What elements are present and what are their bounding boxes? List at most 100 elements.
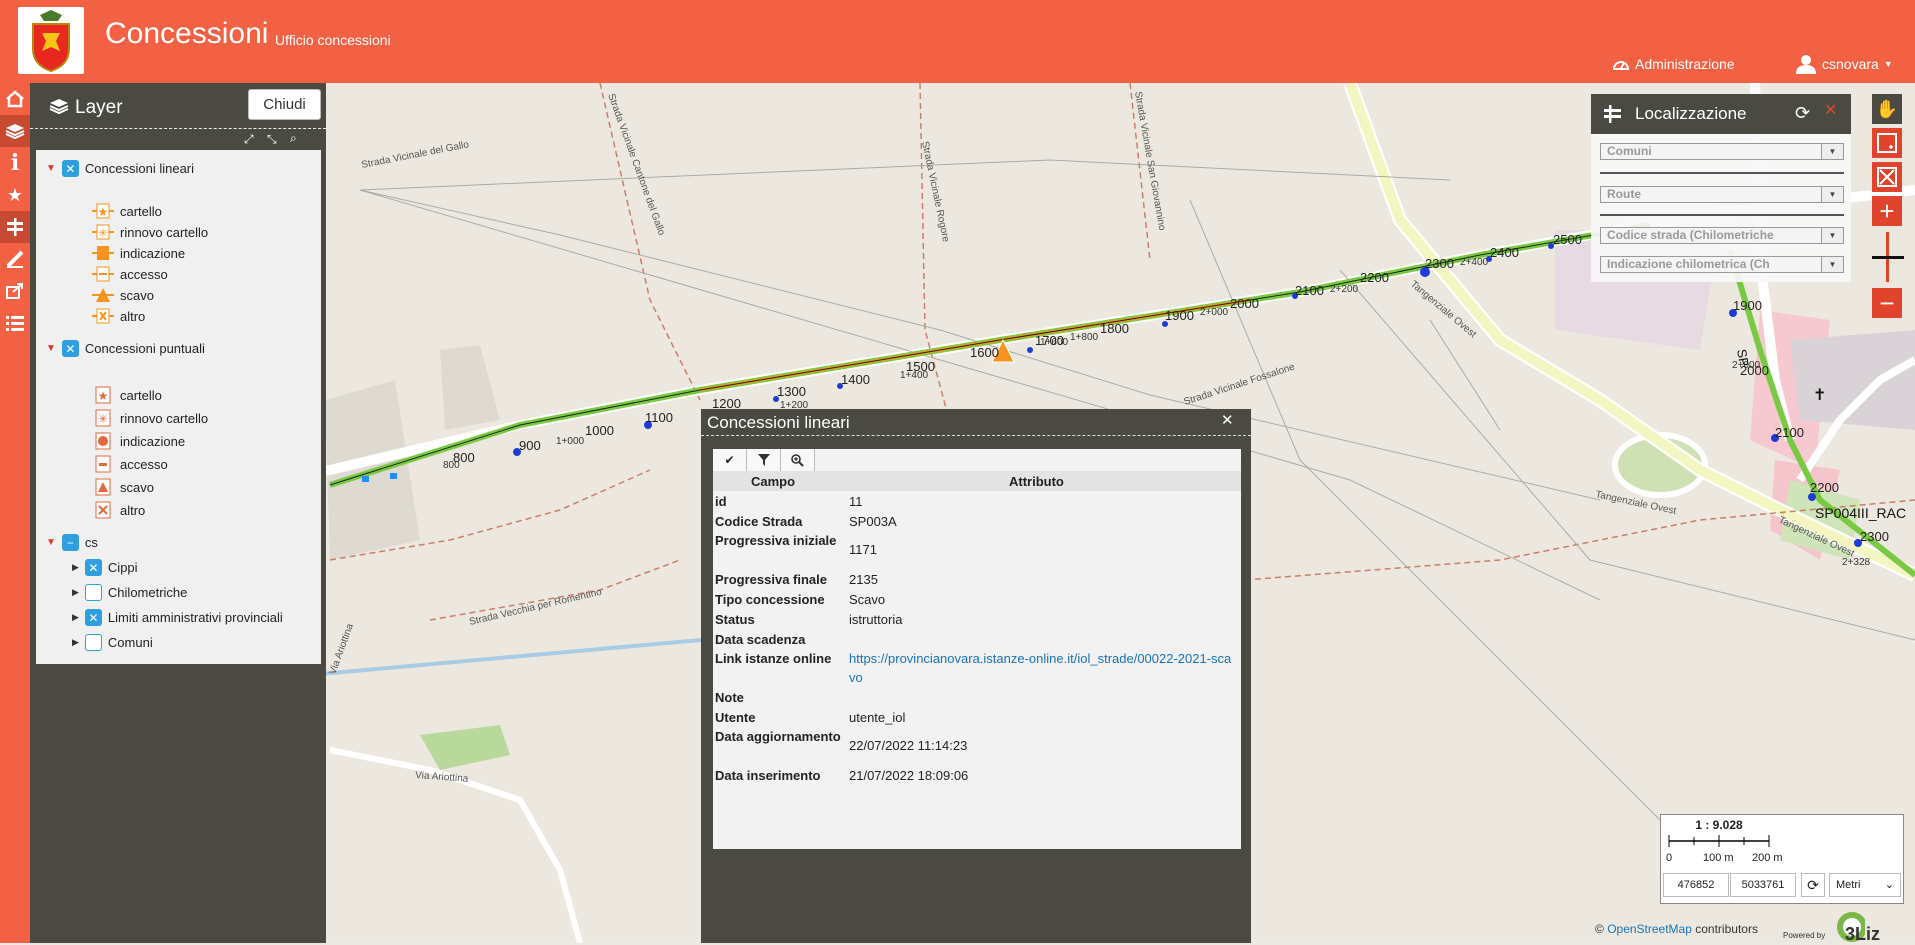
- layer-group-concessioni-puntuali[interactable]: ▼ ✕ Concessioni puntuali: [46, 340, 205, 357]
- layer-item-chilometriche[interactable]: ▶ Chilometriche: [72, 584, 187, 601]
- svg-text:2500: 2500: [1553, 232, 1582, 247]
- pan-button[interactable]: ✋: [1872, 94, 1902, 124]
- column-header: Attributo: [1009, 474, 1064, 489]
- checkbox-checked-icon[interactable]: ✕: [84, 609, 102, 626]
- favorites-button[interactable]: ★: [0, 179, 30, 211]
- svg-text:2300: 2300: [1860, 529, 1889, 544]
- table-row: Utente utente_iol: [713, 707, 1241, 727]
- table-row: Tipo concessione Scavo: [713, 589, 1241, 609]
- scale-tick-2: 200 m: [1752, 852, 1783, 864]
- zoom-layer-icon[interactable]: ⌕: [290, 131, 297, 146]
- zoom-extent-button[interactable]: [1872, 162, 1902, 192]
- user-menu[interactable]: csnovara ▼: [1795, 54, 1893, 74]
- table-row: id 11: [713, 491, 1241, 511]
- collapsed-caret-icon[interactable]: ▶: [72, 637, 79, 648]
- osm-link[interactable]: OpenStreetMap: [1607, 922, 1692, 936]
- legend-item: ★ cartello: [92, 202, 162, 220]
- istanze-link[interactable]: https://provincianovara.istanze-online.i…: [849, 651, 1231, 685]
- map-attribution: © OpenStreetMap contributors: [1595, 922, 1758, 936]
- svg-text:1900: 1900: [1165, 308, 1194, 323]
- layer-panel: Layer Chiudi ⤢ ⤡ ⌕ ▼ ✕ Concessioni linea…: [30, 83, 326, 943]
- filter-button[interactable]: [747, 449, 781, 471]
- codice-strada-select[interactable]: Codice strada (Chilometriche ▼: [1600, 227, 1844, 244]
- svg-text:2+400: 2+400: [1460, 257, 1489, 268]
- zoom-to-feature-button[interactable]: [781, 449, 815, 471]
- refresh-coords-button[interactable]: ⟳: [1801, 873, 1825, 897]
- layer-close-button[interactable]: Chiudi: [248, 89, 321, 120]
- share-button[interactable]: [0, 275, 30, 307]
- checkbox-partial-icon[interactable]: −: [61, 534, 79, 551]
- unit-select[interactable]: Metri ⌄: [1829, 873, 1901, 897]
- layer-item-cippi[interactable]: ▶ ✕ Cippi: [72, 559, 138, 576]
- check-icon: ✔: [724, 453, 735, 467]
- svg-text:800: 800: [443, 460, 460, 471]
- home-button[interactable]: [0, 83, 30, 115]
- layer-item-comuni[interactable]: ▶ Comuni: [72, 634, 153, 651]
- close-icon[interactable]: ✕: [1221, 411, 1234, 429]
- info-button[interactable]: i: [0, 147, 30, 179]
- svg-text:1+600: 1+600: [1040, 337, 1069, 348]
- expand-all-icon[interactable]: ⤢: [244, 132, 254, 147]
- zoom-box-button[interactable]: [1872, 128, 1902, 158]
- legend-item: indicazione: [92, 432, 185, 450]
- checkbox-unchecked-icon[interactable]: [84, 634, 102, 651]
- collapse-all-icon[interactable]: ⤡: [267, 132, 277, 147]
- legend-label: scavo: [120, 479, 154, 495]
- layer-item-limiti[interactable]: ▶ ✕ Limiti amministrativi provinciali: [72, 609, 283, 626]
- field-name: Tipo concessione: [715, 592, 825, 607]
- dropdown-arrow-icon: ▼: [1821, 144, 1843, 159]
- admin-link[interactable]: Administrazione: [1612, 56, 1735, 72]
- svg-text:1900: 1900: [1733, 298, 1762, 313]
- collapsed-caret-icon[interactable]: ▶: [72, 612, 79, 623]
- divider: [701, 435, 1251, 436]
- list-button[interactable]: [0, 307, 30, 339]
- expanded-caret-icon[interactable]: ▼: [46, 343, 56, 354]
- layer-group-cs[interactable]: ▼ − cs: [46, 534, 98, 551]
- column-header: Campo: [751, 474, 796, 489]
- plus-icon: +: [1879, 196, 1895, 226]
- collapsed-caret-icon[interactable]: ▶: [72, 562, 79, 573]
- table-row: Progressiva iniziale 1171: [713, 531, 1241, 569]
- expanded-caret-icon[interactable]: ▼: [46, 537, 56, 548]
- legend-label: cartello: [120, 387, 162, 403]
- collapsed-caret-icon[interactable]: ▶: [72, 587, 79, 598]
- localization-button[interactable]: [0, 211, 30, 243]
- indicazione-km-select[interactable]: Indicazione chilometrica (Ch ▼: [1600, 256, 1844, 273]
- svg-text:1+400: 1+400: [900, 370, 929, 381]
- svg-text:1+800: 1+800: [1070, 332, 1099, 343]
- svg-text:✳: ✳: [98, 412, 108, 426]
- svg-text:900: 900: [519, 438, 541, 453]
- divider: [1600, 172, 1844, 174]
- refresh-icon[interactable]: ⟳: [1795, 103, 1810, 124]
- measure-button[interactable]: [0, 243, 30, 275]
- legend-item: accesso: [92, 455, 168, 473]
- checkbox-checked-icon[interactable]: ✕: [61, 160, 79, 177]
- table-header: Campo Attributo: [713, 471, 1241, 491]
- dropdown-arrow-icon: ▼: [1821, 257, 1843, 272]
- svg-text:1400: 1400: [841, 372, 870, 387]
- expanded-caret-icon[interactable]: ▼: [46, 163, 56, 174]
- zoom-slider-handle[interactable]: [1872, 256, 1904, 259]
- legend-label: scavo: [120, 287, 154, 303]
- localization-title: Localizzazione: [1635, 104, 1747, 123]
- svg-text:SP: SP: [1734, 348, 1752, 368]
- layer-group-concessioni-lineari[interactable]: ▼ ✕ Concessioni lineari: [46, 160, 194, 177]
- chevron-down-icon: ⌄: [1884, 879, 1894, 891]
- layer-label: Comuni: [107, 635, 153, 650]
- close-icon[interactable]: ✕: [1824, 100, 1837, 120]
- checkbox-unchecked-icon[interactable]: [84, 584, 102, 601]
- comuni-select[interactable]: Comuni ▼: [1600, 143, 1844, 160]
- zoom-in-button[interactable]: +: [1872, 196, 1902, 226]
- layer-panel-title: Layer: [75, 97, 123, 118]
- list-icon: [6, 316, 24, 331]
- checkbox-checked-icon[interactable]: ✕: [84, 559, 102, 576]
- legend-label: indicazione: [120, 433, 186, 449]
- route-select[interactable]: Route ▼: [1600, 186, 1844, 203]
- layers-button[interactable]: [0, 115, 30, 147]
- zoom-out-button[interactable]: −: [1872, 288, 1902, 318]
- select-feature-button[interactable]: ✔: [713, 449, 747, 471]
- scavo-point-icon: [92, 478, 114, 496]
- unit-value: Metri: [1836, 879, 1861, 891]
- checkbox-checked-icon[interactable]: ✕: [61, 340, 79, 357]
- home-icon: [6, 90, 24, 108]
